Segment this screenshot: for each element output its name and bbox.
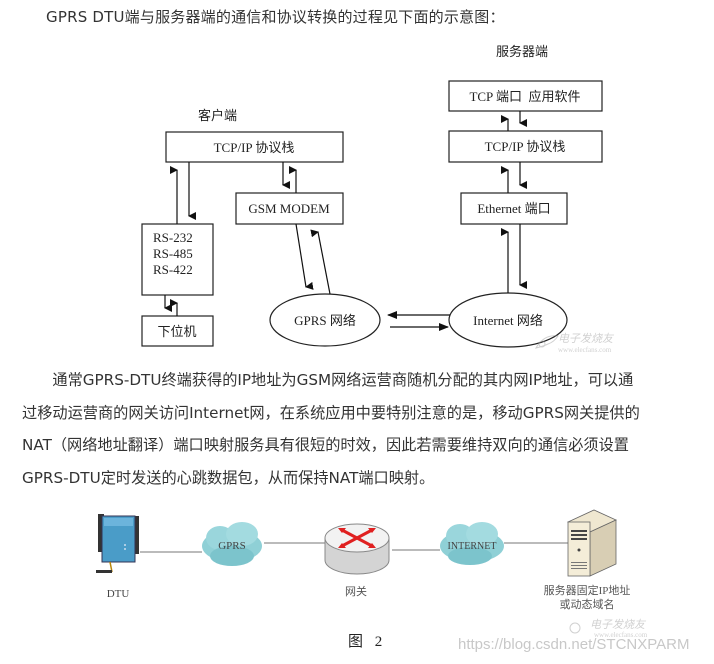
internet-network-ellipse: Internet 网络 [448,292,568,348]
gprs-network-label: GPRS 网络 [294,313,356,328]
lower-machine-box: 下位机 [141,315,214,347]
ethernet-port-box: Ethernet 端口 [460,192,568,225]
watermark-cn: 电子发烧友 [558,332,615,345]
watermark-logo-icon [569,622,581,634]
server-app-label: TCP 端口 应用软件 [469,89,580,104]
csdn-watermark: https://blog.csdn.net/STCNXPARM [458,636,690,653]
gsm-modem-box: GSM MODEM [235,192,344,225]
watermark-url: www.elecfans.com [558,346,612,354]
serial-line-rs485: RS-485 [153,246,193,261]
gprs-cloud-label: GPRS [218,540,246,552]
internet-cloud-icon: INTERNET [440,522,504,565]
server-tcpip-label: TCP/IP 协议栈 [485,139,566,154]
dtu-label: DTU [107,588,130,600]
internet-network-label: Internet 网络 [473,313,543,328]
server-label-line2: 或动态域名 [560,597,615,611]
paragraph-line: 过移动运营商的网关访问Internet网，在系统应用中要特别注意的是，移动GPR… [22,403,640,422]
server-app-box: TCP 端口 应用软件 [448,80,603,112]
serial-port-box: RS-232 RS-485 RS-422 [141,223,214,296]
ethernet-port-label: Ethernet 端口 [477,201,550,216]
arrow-gsm-to-gprs [295,223,314,290]
server-label-line1: 服务器固定IP地址 [544,583,631,597]
paragraph-line: GPRS-DTU定时发送的心跳数据包，从而保持NAT端口映射。 [22,468,435,487]
lower-machine-label: 下位机 [157,324,196,339]
watermark-cn-2: 电子发烧友 [590,618,647,631]
arrow-gprs-to-gsm [310,229,331,295]
figure-caption: 图 2 [348,634,387,650]
server-tower-icon [567,509,617,577]
client-label: 客户端 [198,108,237,123]
gateway-router-icon [324,523,390,575]
serial-line-rs422: RS-422 [153,262,193,277]
paragraph-line: 通常GPRS-DTU终端获得的IP地址为GSM网络运营商随机分配的其内网IP地址… [22,371,634,389]
serial-line-rs232: RS-232 [153,230,193,245]
network-diagram: DTU GPRS 网关 INTERNET 服务器固定IP地址 或动态域名 电子发… [96,509,648,639]
protocol-diagram: 客户端 服务器端 TCP/IP 协议栈 GSM MODEM RS-232 RS-… [141,44,615,354]
gateway-label: 网关 [345,584,367,598]
gprs-cloud-icon: GPRS [202,522,262,566]
dtu-device-icon [96,514,139,573]
server-tcpip-box: TCP/IP 协议栈 [448,130,603,163]
explanation-paragraph: 通常GPRS-DTU终端获得的IP地址为GSM网络运营商随机分配的其内网IP地址… [22,364,712,494]
client-tcpip-box: TCP/IP 协议栈 [165,131,344,163]
server-label: 服务器端 [496,44,548,59]
client-tcpip-label: TCP/IP 协议栈 [214,140,295,155]
internet-cloud-label: INTERNET [448,541,497,552]
paragraph-line: NAT（网络地址翻译）端口映射服务具有很短的时效，因此若需要维持双向的通信必须设… [22,436,629,454]
gsm-modem-label: GSM MODEM [248,201,330,216]
gprs-network-ellipse: GPRS 网络 [269,293,381,347]
